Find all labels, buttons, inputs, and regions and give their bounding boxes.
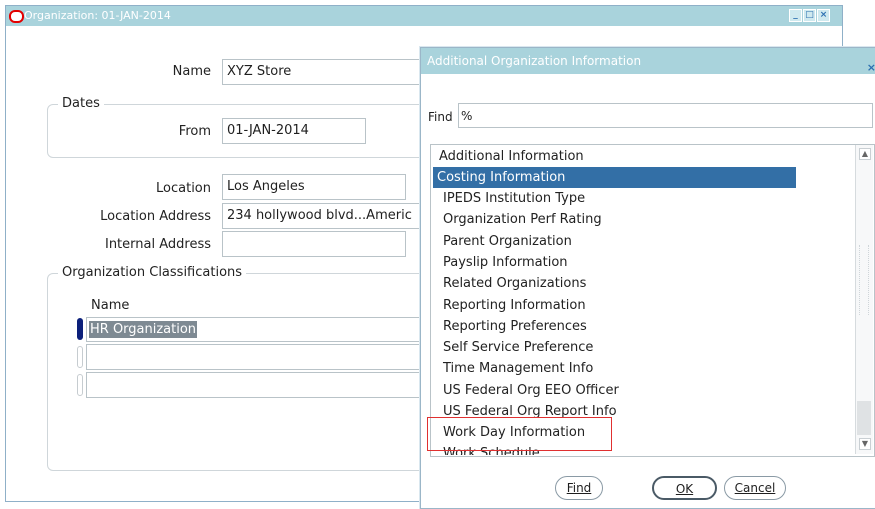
classification-row-value: HR Organization	[89, 321, 198, 338]
classifications-name-header: Name	[91, 298, 130, 313]
classifications-group-title: Organization Classifications	[58, 265, 247, 280]
dialog-close-icon[interactable]: ×	[867, 55, 875, 81]
maximize-icon[interactable]: □	[803, 9, 816, 22]
location-field[interactable]: Los Angeles	[222, 174, 406, 200]
list-item[interactable]: IPEDS Institution Type	[443, 188, 793, 209]
cancel-button-label: Cancel	[734, 481, 776, 495]
additional-info-list: Additional Information Costing Informati…	[430, 144, 875, 457]
row-indicator[interactable]	[77, 374, 83, 396]
list-item[interactable]: Payslip Information	[443, 252, 793, 273]
list-item[interactable]: Related Organizations	[443, 273, 793, 294]
list-header: Additional Information	[439, 149, 584, 164]
close-icon[interactable]: ×	[817, 9, 830, 22]
find-button-label: Find	[566, 481, 592, 495]
organization-window-title: Organization: 01-JAN-2014	[24, 9, 171, 22]
scroll-up-icon[interactable]: ▲	[859, 148, 871, 160]
scroll-thumb[interactable]	[857, 401, 871, 435]
ok-button-label: OK	[675, 482, 694, 496]
list-item[interactable]: Reporting Preferences	[443, 316, 793, 337]
name-field[interactable]: XYZ Store	[222, 59, 422, 85]
scroll-down-icon[interactable]: ▼	[859, 438, 871, 450]
classification-row[interactable]	[86, 344, 422, 370]
location-address-field[interactable]: 234 hollywood blvd...Americ	[222, 203, 422, 229]
row-indicator[interactable]	[77, 346, 83, 368]
dialog-titlebar: Additional Organization Information ×	[421, 48, 875, 74]
from-label: From	[178, 124, 211, 139]
list-item[interactable]: Organization Perf Rating	[443, 209, 793, 230]
highlight-box	[427, 417, 612, 451]
location-label: Location	[156, 181, 211, 196]
organization-titlebar: Organization: 01-JAN-2014 _ □ ×	[6, 6, 842, 26]
list-item[interactable]: Self Service Preference	[443, 337, 793, 358]
internal-address-label: Internal Address	[104, 237, 211, 252]
name-label: Name	[172, 64, 211, 79]
scroll-thumb-grip[interactable]	[859, 245, 869, 315]
oracle-logo-icon	[9, 10, 24, 23]
from-date-field[interactable]: 01-JAN-2014	[222, 118, 366, 144]
row-indicator-selected[interactable]	[77, 318, 83, 340]
dates-group-title: Dates	[58, 96, 104, 111]
dialog-title: Additional Organization Information	[427, 54, 642, 68]
internal-address-field[interactable]	[222, 231, 406, 257]
list-scrollbar[interactable]: ▲ ▼	[855, 145, 873, 454]
classification-row[interactable]	[86, 372, 422, 398]
list-item[interactable]: Costing Information	[433, 167, 796, 188]
cancel-button[interactable]: Cancel	[724, 476, 786, 500]
find-label: Find	[428, 110, 453, 124]
list-item[interactable]: Time Management Info	[443, 358, 793, 379]
list-item[interactable]: Parent Organization	[443, 231, 793, 252]
find-button[interactable]: Find	[555, 476, 603, 500]
ok-button[interactable]: OK	[652, 476, 717, 500]
find-field[interactable]: %	[458, 103, 873, 128]
classification-row[interactable]: HR Organization	[86, 317, 422, 342]
location-address-label: Location Address	[100, 209, 211, 224]
minimize-icon[interactable]: _	[789, 9, 802, 22]
list-item[interactable]: US Federal Org EEO Officer	[443, 380, 793, 401]
list-item[interactable]: Reporting Information	[443, 295, 793, 316]
